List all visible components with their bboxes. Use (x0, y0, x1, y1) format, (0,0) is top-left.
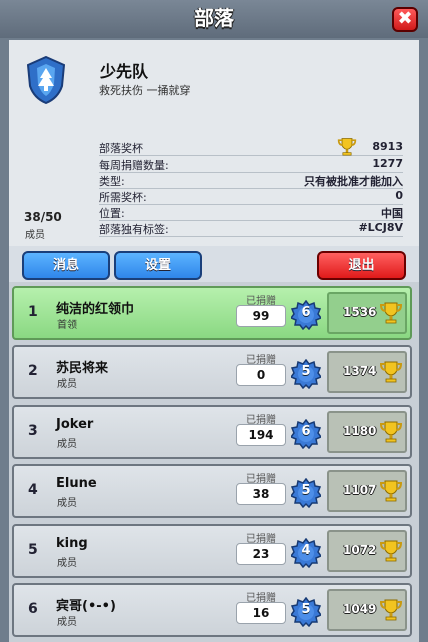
member-name: 苏民将来 (56, 361, 109, 376)
member-row[interactable]: 4 Elune 成员 已捐赠 38 5 1107 (12, 464, 412, 518)
members-count: 38/50 (24, 210, 62, 224)
stat-row-clan-trophies: 部落奖杯 8913 (99, 138, 403, 156)
member-name: Joker (56, 417, 94, 432)
trophy-icon (379, 540, 403, 562)
trophy-box: 1049 (327, 589, 407, 631)
member-name: king (56, 536, 88, 551)
member-row[interactable]: 6 宾哥(•-•) 成员 已捐赠 16 5 1049 (12, 583, 412, 637)
member-name: 宾哥(•-•) (56, 599, 116, 614)
member-trophies: 1107 (343, 483, 377, 497)
messages-button[interactable]: 消息 (22, 251, 110, 280)
member-level: 5 (301, 602, 311, 617)
member-rank: 5 (28, 542, 38, 558)
member-level: 4 (301, 543, 311, 558)
stat-row-type: 类型: 只有被批准才能加入 (99, 173, 403, 189)
member-role: 首领 (57, 320, 77, 331)
member-trophies: 1536 (343, 305, 377, 319)
member-role: 成员 (57, 439, 77, 450)
clan-badge-icon (27, 56, 65, 104)
stat-key: 部落独有标签: (99, 223, 169, 236)
member-trophies: 1374 (343, 364, 377, 378)
trophy-icon (379, 480, 403, 502)
member-name: 纯洁的红领巾 (56, 302, 135, 317)
trophy-icon (379, 421, 403, 443)
donated-count: 99 (236, 305, 286, 327)
stat-value: 中国 (381, 207, 403, 220)
member-level: 5 (301, 483, 311, 498)
donated-count: 194 (236, 424, 286, 446)
members-label: 成员 (25, 230, 45, 241)
stat-row-weekly-donations: 每周捐赠数量: 1277 (99, 157, 403, 173)
clan-name: 少先队 (100, 62, 149, 81)
stat-value: 0 (395, 189, 403, 202)
stat-value: 只有被批准才能加入 (304, 175, 403, 188)
member-rank: 1 (28, 304, 38, 320)
trophy-icon (337, 138, 357, 156)
donated-count: 0 (236, 364, 286, 386)
member-role: 成员 (57, 617, 77, 628)
stat-key: 类型: (99, 175, 125, 188)
stat-row-location: 位置: 中国 (99, 205, 403, 221)
member-rank: 2 (28, 363, 38, 379)
stat-key: 位置: (99, 207, 125, 220)
page-title: 部落 (194, 6, 234, 30)
member-trophies: 1180 (343, 424, 377, 438)
clan-description: 救死扶伤 一捅就穿 (99, 84, 191, 97)
donated-count: 16 (236, 602, 286, 624)
member-level: 5 (301, 364, 311, 379)
member-name: Elune (56, 476, 97, 491)
member-trophies: 1049 (343, 602, 377, 616)
title-bar: 部落 ✖ (0, 0, 428, 38)
member-rank: 6 (28, 601, 38, 617)
member-role: 成员 (57, 379, 77, 390)
member-level: 6 (301, 305, 311, 320)
stat-value: 8913 (372, 140, 403, 153)
trophy-box: 1180 (327, 411, 407, 453)
stat-value: #LCJ8V (358, 221, 403, 234)
member-role: 成员 (57, 558, 77, 569)
stat-key: 每周捐赠数量: (99, 159, 169, 172)
stat-row-clan-tag: 部落独有标签: #LCJ8V (99, 221, 403, 237)
trophy-box: 1374 (327, 351, 407, 393)
stat-key: 部落奖杯 (99, 142, 143, 155)
member-row[interactable]: 1 纯洁的红领巾 首领 已捐赠 99 6 1536 (12, 286, 412, 340)
member-rank: 3 (28, 423, 38, 439)
trophy-icon (379, 302, 403, 324)
stat-key: 所需奖杯: (99, 191, 147, 204)
donated-count: 23 (236, 543, 286, 565)
member-row[interactable]: 3 Joker 成员 已捐赠 194 6 1180 (12, 405, 412, 459)
settings-button[interactable]: 设置 (114, 251, 202, 280)
member-rank: 4 (28, 482, 38, 498)
stat-row-required-trophies: 所需奖杯: 0 (99, 189, 403, 205)
member-row[interactable]: 2 苏民将来 成员 已捐赠 0 5 1374 (12, 345, 412, 399)
member-level: 6 (301, 424, 311, 439)
member-trophies: 1072 (343, 543, 377, 557)
close-button[interactable]: ✖ (392, 7, 418, 32)
trophy-box: 1536 (327, 292, 407, 334)
stat-value: 1277 (372, 157, 403, 170)
leave-button[interactable]: 退出 (317, 251, 406, 280)
trophy-icon (379, 599, 403, 621)
trophy-icon (379, 361, 403, 383)
donated-count: 38 (236, 483, 286, 505)
trophy-box: 1072 (327, 530, 407, 572)
member-role: 成员 (57, 498, 77, 509)
member-row[interactable]: 5 king 成员 已捐赠 23 4 1072 (12, 524, 412, 578)
trophy-box: 1107 (327, 470, 407, 512)
